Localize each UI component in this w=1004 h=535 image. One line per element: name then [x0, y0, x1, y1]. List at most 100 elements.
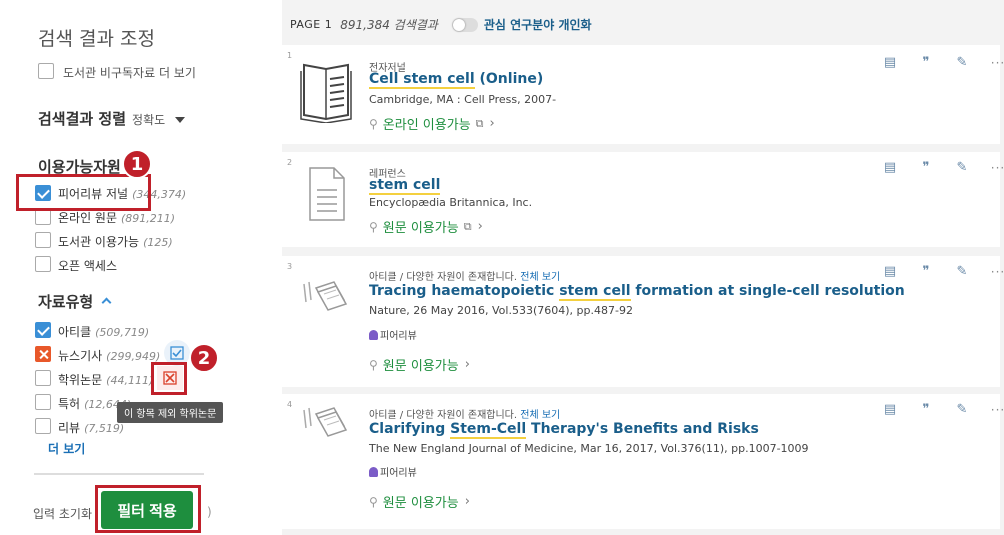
- link-icon: ⚲: [369, 116, 378, 131]
- availability-link[interactable]: ⚲ 원문 이용가능 ⧉ ›: [369, 217, 483, 236]
- filter-peer-reviewed[interactable]: 피어리뷰 저널 (344,374): [58, 185, 186, 202]
- resource-type-section[interactable]: 자료유형: [38, 291, 112, 312]
- pin-icon[interactable]: ✎: [944, 160, 980, 175]
- result-actions: ▤ ❞ ✎ ···: [872, 160, 1004, 175]
- sidebar-title: 검색 결과 조정: [38, 28, 155, 50]
- library-nonsub-label: 도서관 비구독자료 더 보기: [63, 66, 196, 80]
- result-card: 3 아티클 / 다양한 자원이 존재합니다. 전체 보기 Tracing hae…: [282, 256, 1004, 387]
- chevron-right-icon: ›: [464, 357, 470, 372]
- filter-library-available[interactable]: 도서관 이용가능 (125): [58, 233, 173, 250]
- library-nonsub-checkbox[interactable]: [38, 63, 54, 79]
- result-number: 2: [287, 158, 293, 167]
- chevron-right-icon: ›: [477, 219, 483, 234]
- result-type: 아티클 / 다양한 자원이 존재합니다. 전체 보기: [369, 272, 561, 283]
- more-options-icon[interactable]: ···: [980, 265, 1004, 279]
- peer-review-icon: [369, 466, 378, 477]
- filter-open-access[interactable]: 오픈 액세스: [58, 257, 117, 274]
- result-publisher: Encyclopædia Britannica, Inc.: [369, 196, 533, 209]
- result-number: 3: [287, 262, 293, 271]
- peer-review-badge: 피어리뷰: [369, 327, 417, 342]
- availability-link[interactable]: ⚲ 원문 이용가능 ›: [369, 492, 470, 511]
- view-all-link[interactable]: 전체 보기: [520, 272, 560, 283]
- filter-online-fulltext[interactable]: 온라인 원문 (891,211): [58, 209, 175, 226]
- result-actions: ▤ ❞ ✎ ···: [872, 402, 1004, 417]
- paren-text: ): [207, 505, 212, 519]
- result-title[interactable]: Clarifying Stem-Cell Therapy's Benefits …: [369, 421, 759, 439]
- document-icon[interactable]: ▤: [872, 160, 908, 175]
- page-label: PAGE 1: [290, 18, 333, 31]
- document-icon[interactable]: ▤: [872, 402, 908, 417]
- article-thumbnail-icon: [300, 278, 350, 322]
- annotation-badge-1: 1: [122, 149, 152, 179]
- quote-icon[interactable]: ❞: [908, 160, 944, 175]
- reset-filters-link[interactable]: 입력 초기화: [33, 505, 92, 522]
- personalize-toggle[interactable]: [451, 17, 478, 32]
- pin-icon[interactable]: ✎: [944, 402, 980, 417]
- availability-link[interactable]: ⚲ 온라인 이용가능 ⧉ ›: [369, 114, 495, 133]
- result-publisher: The New England Journal of Medicine, Mar…: [369, 442, 809, 455]
- document-thumbnail-icon: [302, 164, 350, 228]
- filter-library-available-checkbox[interactable]: [35, 232, 51, 248]
- article-thumbnail-icon: [300, 404, 350, 448]
- result-card: 4 아티클 / 다양한 자원이 존재합니다. 전체 보기 Clarifying …: [282, 394, 1004, 529]
- results-panel: PAGE 1 891,384 검색결과 관심 연구분야 개인화 1 전자저널 C…: [282, 0, 1004, 535]
- apply-filter-button[interactable]: 필터 적용: [101, 491, 193, 529]
- result-actions: ▤ ❞ ✎ ···: [872, 55, 1004, 70]
- exclude-item-icon[interactable]: [157, 366, 183, 390]
- result-actions: ▤ ❞ ✎ ···: [872, 264, 1004, 279]
- peer-review-badge: 피어리뷰: [369, 464, 417, 479]
- result-publisher: Cambridge, MA : Cell Press, 2007-: [369, 93, 557, 106]
- peer-review-icon: [369, 329, 378, 340]
- filter-news-checkbox[interactable]: [35, 346, 51, 362]
- external-link-icon: ⧉: [475, 116, 484, 130]
- pin-icon[interactable]: ✎: [944, 264, 980, 279]
- result-type: 아티클 / 다양한 자원이 존재합니다. 전체 보기: [369, 410, 561, 421]
- result-card: 1 전자저널 Cell stem cell (Online) Cambridge…: [282, 45, 1004, 144]
- filter-review-checkbox[interactable]: [35, 418, 51, 434]
- filter-article[interactable]: 아티클 (509,719): [58, 323, 149, 340]
- filter-review[interactable]: 리뷰 (7,519): [58, 419, 124, 436]
- result-card: 2 레퍼런스 stem cell Encyclopædia Britannica…: [282, 152, 1004, 247]
- availability-link[interactable]: ⚲ 원문 이용가능 ›: [369, 355, 470, 374]
- filter-patent-checkbox[interactable]: [35, 394, 51, 410]
- sort-section[interactable]: 검색결과 정렬 정확도: [38, 108, 186, 129]
- more-options-icon[interactable]: ···: [980, 56, 1004, 70]
- show-more-link[interactable]: 더 보기: [48, 440, 85, 457]
- availability-title: 이용가능자원: [38, 158, 121, 176]
- link-icon: ⚲: [369, 219, 378, 234]
- sidebar-divider: [34, 473, 204, 475]
- sort-title: 검색결과 정렬: [38, 110, 127, 128]
- filter-thesis[interactable]: 학위논문 (44,111): [58, 371, 153, 388]
- filter-news[interactable]: 뉴스기사 (299,949): [58, 347, 160, 364]
- caret-down-icon: [175, 116, 186, 123]
- result-title[interactable]: stem cell: [369, 177, 441, 195]
- include-item-icon[interactable]: [164, 340, 190, 366]
- external-link-icon: ⧉: [463, 219, 472, 233]
- chevron-up-icon: [101, 297, 112, 308]
- link-icon: ⚲: [369, 494, 378, 509]
- quote-icon[interactable]: ❞: [908, 402, 944, 417]
- annotation-badge-2: 2: [189, 343, 219, 373]
- quote-icon[interactable]: ❞: [908, 55, 944, 70]
- filter-thesis-checkbox[interactable]: [35, 370, 51, 386]
- sort-value: 정확도: [132, 113, 166, 127]
- result-title[interactable]: Tracing haematopoietic stem cell formati…: [369, 283, 905, 301]
- result-publisher: Nature, 26 May 2016, Vol.533(7604), pp.4…: [369, 304, 633, 317]
- personalize-label[interactable]: 관심 연구분야 개인화: [484, 16, 592, 33]
- result-title[interactable]: Cell stem cell (Online): [369, 71, 543, 89]
- document-icon[interactable]: ▤: [872, 264, 908, 279]
- link-icon: ⚲: [369, 357, 378, 372]
- filter-sidebar: 검색 결과 조정 도서관 비구독자료 더 보기 검색결과 정렬 정확도 이용가능자…: [0, 0, 282, 535]
- chevron-right-icon: ›: [489, 116, 495, 131]
- more-options-icon[interactable]: ···: [980, 161, 1004, 175]
- quote-icon[interactable]: ❞: [908, 264, 944, 279]
- more-options-icon[interactable]: ···: [980, 403, 1004, 417]
- filter-article-checkbox[interactable]: [35, 322, 51, 338]
- filter-open-access-checkbox[interactable]: [35, 256, 51, 272]
- pin-icon[interactable]: ✎: [944, 55, 980, 70]
- filter-online-fulltext-checkbox[interactable]: [35, 209, 51, 225]
- exclude-tooltip: 이 항목 제외 학위논문: [117, 402, 224, 423]
- view-all-link[interactable]: 전체 보기: [520, 410, 560, 421]
- document-icon[interactable]: ▤: [872, 55, 908, 70]
- filter-peer-reviewed-checkbox[interactable]: [35, 185, 51, 201]
